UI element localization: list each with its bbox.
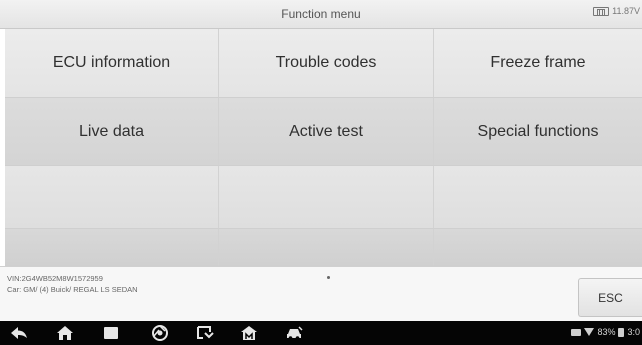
menu-item-empty [434, 166, 642, 229]
menu-item-empty [5, 229, 219, 266]
vehicle-info: VIN:2G4WB52M8W1572959 Car: GM/ (4) Buick… [7, 273, 138, 295]
page-title: Function menu [281, 7, 361, 21]
status-area: 83% 3:0 [571, 327, 640, 337]
battery-icon [618, 327, 625, 337]
car-text: Car: GM/ (4) Buick/ REGAL LS SEDAN [7, 285, 138, 294]
menu-item-freeze-frame[interactable]: Freeze frame [434, 29, 642, 98]
screenshot-icon[interactable] [196, 325, 214, 341]
battery-percent: 83% [597, 327, 616, 337]
recent-apps-icon[interactable] [102, 325, 120, 341]
car-battery-icon [593, 6, 610, 16]
function-menu-grid: ECU information Trouble codes Freeze fra… [5, 29, 642, 266]
car-icon[interactable] [285, 325, 303, 341]
wifi-icon [584, 328, 595, 336]
message-icon [571, 328, 582, 336]
menu-item-special-functions[interactable]: Special functions [434, 98, 642, 166]
voltage-value: 11.87V [612, 6, 640, 16]
menu-item-empty [219, 166, 434, 229]
menu-item-trouble-codes[interactable]: Trouble codes [219, 29, 434, 98]
home-icon[interactable] [56, 325, 74, 341]
menu-item-active-test[interactable]: Active test [219, 98, 434, 166]
menu-item-empty [5, 166, 219, 229]
esc-button[interactable]: ESC [578, 278, 642, 317]
android-navigation-bar: 83% 3:0 [0, 321, 642, 345]
autel-home-icon[interactable] [240, 325, 258, 341]
page-indicator-dot [327, 276, 330, 279]
vin-text: VIN:2G4WB52M8W1572959 [7, 274, 103, 283]
top-bar: Function menu 11.87V [0, 0, 642, 29]
menu-item-ecu-information[interactable]: ECU information [5, 29, 219, 98]
chrome-icon[interactable] [151, 325, 169, 341]
clock: 3:0 [627, 327, 640, 337]
back-icon[interactable] [10, 325, 28, 341]
menu-item-empty [219, 229, 434, 266]
vehicle-info-bar: VIN:2G4WB52M8W1572959 Car: GM/ (4) Buick… [0, 266, 642, 321]
menu-item-live-data[interactable]: Live data [5, 98, 219, 166]
menu-item-empty [434, 229, 642, 266]
vehicle-battery-indicator: 11.87V [593, 6, 640, 16]
